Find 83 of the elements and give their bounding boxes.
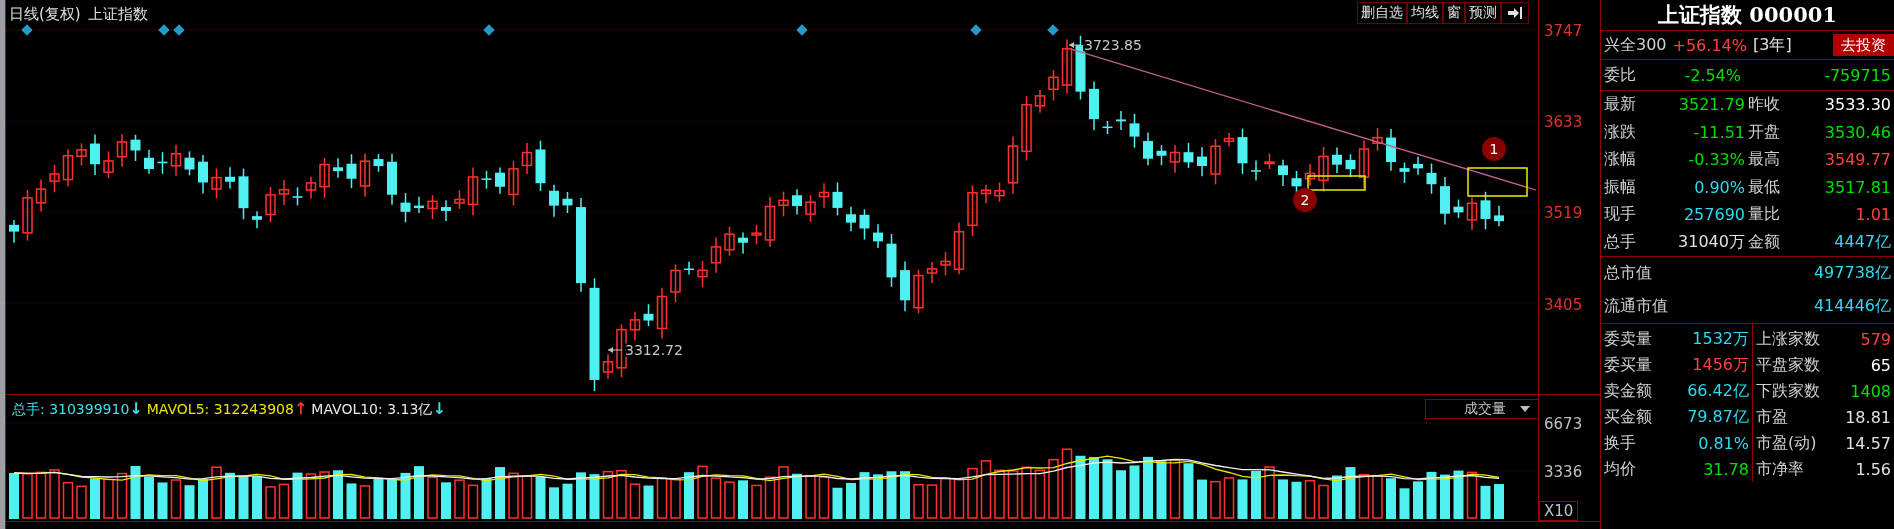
field-value: 31.78	[1703, 459, 1750, 479]
field-value: 18.81	[1845, 407, 1892, 427]
field-label: 最新	[1604, 94, 1637, 116]
marker-badge: 2	[1293, 188, 1317, 212]
field-value: 65	[1870, 355, 1892, 375]
field-label: 卖金额	[1604, 380, 1652, 402]
field-value: 1.56	[1855, 459, 1892, 479]
field-value: 3517.81	[1823, 177, 1892, 197]
field-value: -0.33%	[1687, 150, 1746, 170]
toolbar-button[interactable]: 预测	[1465, 2, 1501, 24]
field-label: 涨幅	[1604, 149, 1637, 171]
trend-arrow: ↑	[293, 401, 308, 419]
field-label: 市盈(动)	[1756, 432, 1817, 454]
field-value: 414446亿	[1813, 296, 1891, 317]
field-label: 平盘家数	[1756, 354, 1820, 376]
field-value: 4447亿	[1833, 231, 1892, 253]
field-value: 1532万	[1692, 328, 1750, 350]
field-label: 最高	[1748, 149, 1781, 171]
toolbar-button[interactable]: 删自选	[1357, 2, 1407, 24]
scale-badge: X10	[1539, 501, 1579, 521]
field-label: 委比	[1604, 64, 1637, 86]
field-label: 现手	[1604, 204, 1637, 226]
field-label: 委卖量	[1604, 328, 1652, 350]
field-label: 金额	[1748, 231, 1781, 253]
field-value: 579	[1860, 329, 1892, 349]
fund-return: +56.14%	[1672, 35, 1747, 55]
invest-button[interactable]: 去投资	[1833, 34, 1894, 56]
field-value: 1408	[1850, 381, 1892, 401]
security-title: 上证指数 000001	[1657, 1, 1838, 29]
volume-legend-item: 总手: 310399910	[12, 401, 130, 419]
field-label: 下跌家数	[1756, 380, 1820, 402]
field-label: 换手	[1604, 432, 1636, 454]
fund-name: 兴全300	[1604, 34, 1667, 56]
field-value: 1456万	[1692, 354, 1750, 376]
field-label: 市盈	[1756, 406, 1788, 428]
field-label: 开盘	[1748, 121, 1781, 143]
field-label: 涨跌	[1604, 121, 1637, 143]
field-value: 0.81%	[1698, 433, 1750, 453]
field-value: 14.57	[1845, 433, 1892, 453]
field-value: 497738亿	[1813, 263, 1891, 284]
field-label: 总手	[1604, 231, 1637, 253]
trend-arrow: ↓	[432, 401, 446, 419]
return-period: [3年]	[1752, 34, 1792, 56]
field-value: 3549.77	[1823, 150, 1892, 170]
field-label: 振幅	[1604, 176, 1637, 198]
volume-axis-label: 3336	[1544, 463, 1583, 481]
toolbar-button[interactable]: 均线	[1407, 2, 1443, 24]
toolbar-button[interactable]: 窗	[1443, 2, 1465, 24]
field-value: -759715	[1823, 65, 1892, 85]
field-label: 总市值	[1604, 263, 1652, 284]
field-value: 257690	[1682, 205, 1746, 225]
field-value: 0.90%	[1693, 177, 1746, 197]
field-label: 量比	[1748, 204, 1781, 226]
field-value: -11.51	[1692, 122, 1746, 142]
price-axis-label: 3519	[1544, 204, 1583, 223]
high-price-label: 3723.85	[1084, 37, 1142, 53]
chart-period: 日线(复权)	[9, 5, 81, 23]
field-label: 均价	[1604, 458, 1636, 480]
field-value: 79.87亿	[1687, 406, 1750, 428]
volume-axis-label: 6673	[1544, 415, 1583, 433]
volume-legend-item: MAVOL5: 312243908	[146, 401, 294, 419]
field-value: 66.42亿	[1687, 380, 1750, 402]
field-value: 3530.46	[1823, 122, 1892, 142]
price-axis-label: 3633	[1544, 113, 1583, 132]
field-label: 买金额	[1604, 406, 1652, 428]
marker-badge: 1	[1482, 137, 1506, 161]
trend-arrow: ↓	[129, 401, 143, 419]
price-axis-label: 3747	[1544, 22, 1583, 40]
chart-title: 上证指数	[88, 5, 148, 23]
price-axis-label: 3405	[1544, 295, 1583, 314]
field-label: 最低	[1748, 176, 1781, 198]
field-label: 流通市值	[1604, 296, 1668, 317]
field-value: 1.01	[1854, 205, 1892, 225]
field-value: 3533.30	[1823, 95, 1892, 115]
field-label: 昨收	[1748, 94, 1781, 116]
field-value: 3521.79	[1677, 95, 1746, 115]
volume-legend-item: MAVOL10: 3.13亿	[311, 401, 433, 419]
indicator-dropdown[interactable]: 成交量	[1425, 399, 1539, 419]
field-label: 委买量	[1604, 354, 1652, 376]
field-label: 市净率	[1756, 458, 1804, 480]
field-label: 上涨家数	[1756, 328, 1820, 350]
field-value: -2.54%	[1683, 65, 1742, 85]
field-value: 31040万	[1677, 231, 1746, 253]
